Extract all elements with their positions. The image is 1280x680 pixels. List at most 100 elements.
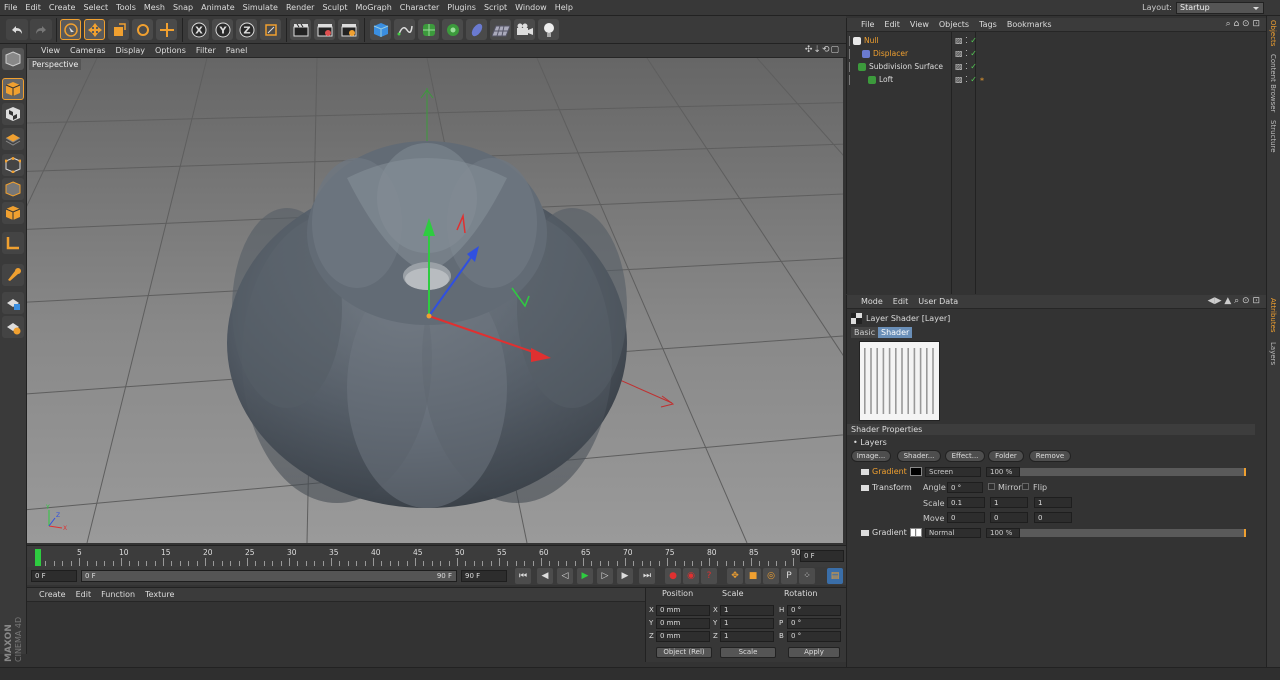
scale-icon[interactable] bbox=[108, 19, 129, 40]
right-tab-structure[interactable]: Structure bbox=[1269, 120, 1277, 153]
object-visibility-icons[interactable]: ▨ ⁚ ✓ bbox=[955, 36, 977, 45]
autokey-icon[interactable]: ◉ bbox=[683, 568, 699, 584]
menu-snap[interactable]: Snap bbox=[169, 0, 197, 16]
play-icon[interactable]: ▶ bbox=[577, 568, 593, 584]
right-tab-content-browser[interactable]: Content Browser bbox=[1269, 54, 1277, 112]
menu-select[interactable]: Select bbox=[79, 0, 112, 16]
rotation-field[interactable]: 0 ° bbox=[787, 631, 841, 642]
menu-sculpt[interactable]: Sculpt bbox=[318, 0, 351, 16]
attribute-menu-edit[interactable]: Edit bbox=[888, 295, 914, 309]
key-parameter-icon[interactable]: P bbox=[781, 568, 797, 584]
deformer-icon[interactable] bbox=[466, 19, 487, 40]
z-axis-lock-icon[interactable]: Z bbox=[236, 19, 257, 40]
image-button[interactable]: Image... bbox=[851, 450, 891, 462]
points-mode-icon[interactable] bbox=[2, 154, 24, 176]
apply-button[interactable]: Apply bbox=[788, 647, 840, 658]
object-visibility-icons[interactable]: ▨ ⁚ ✓ bbox=[955, 75, 977, 84]
object-row[interactable]: Subdivision Surface bbox=[849, 60, 949, 73]
viewport-menu-filter[interactable]: Filter bbox=[191, 44, 221, 58]
tab-basic[interactable]: Basic bbox=[851, 327, 879, 338]
pen-spline-icon[interactable] bbox=[394, 19, 415, 40]
timeline-ruler[interactable]: 051015202530354045505560657075808590 0 F bbox=[27, 545, 846, 567]
tab-shader[interactable]: Shader bbox=[878, 327, 913, 338]
scale-field[interactable]: 1 bbox=[720, 618, 774, 629]
effect-button[interactable]: Effect... bbox=[945, 450, 985, 462]
object-menu-edit[interactable]: Edit bbox=[879, 18, 905, 32]
right-tab-attributes[interactable]: Attributes bbox=[1269, 298, 1277, 333]
next-key-icon[interactable]: ▶ bbox=[617, 568, 633, 584]
object-row[interactable]: Null bbox=[849, 34, 949, 47]
menu-tools[interactable]: Tools bbox=[112, 0, 140, 16]
layout-dropdown[interactable]: Startup bbox=[1176, 1, 1264, 14]
transform-row[interactable]: Transform bbox=[861, 481, 912, 494]
move-icon[interactable] bbox=[84, 19, 105, 40]
timeline-icon[interactable]: ▤ bbox=[827, 568, 843, 584]
viewport-menu-view[interactable]: View bbox=[27, 44, 65, 58]
polygons-mode-icon[interactable] bbox=[2, 202, 24, 224]
keyframe-selection-icon[interactable]: ? bbox=[701, 568, 717, 584]
layer1-blend-dropdown[interactable]: Screen bbox=[925, 466, 981, 477]
cloner-icon[interactable] bbox=[442, 19, 463, 40]
end-frame-field[interactable]: 90 F bbox=[461, 570, 507, 582]
subdivision-surface-icon[interactable] bbox=[418, 19, 439, 40]
menu-mograph[interactable]: MoGraph bbox=[351, 0, 395, 16]
phong-tag-icon[interactable]: ⁎ bbox=[980, 74, 984, 83]
menu-animate[interactable]: Animate bbox=[197, 0, 239, 16]
goto-start-icon[interactable]: ⏮ bbox=[515, 568, 531, 584]
flip-checkbox[interactable] bbox=[1022, 483, 1029, 490]
light-icon[interactable] bbox=[538, 19, 559, 40]
viewport-menu-display[interactable]: Display bbox=[111, 44, 151, 58]
menu-character[interactable]: Character bbox=[396, 0, 444, 16]
material-menu-texture[interactable]: Texture bbox=[140, 588, 179, 602]
key-rotation-icon[interactable]: ◎ bbox=[763, 568, 779, 584]
layer-row-gradient-normal[interactable]: Gradient Normal 100 % bbox=[861, 526, 1246, 539]
render-picture-viewer-icon[interactable] bbox=[314, 19, 335, 40]
frame-range-slider[interactable]: 0 F 90 F bbox=[81, 570, 457, 582]
attribute-nav-icons[interactable]: ◀▶ ▲ ⌕ ⊙ ⊡ bbox=[1208, 296, 1260, 306]
menu-script[interactable]: Script bbox=[480, 0, 511, 16]
layer1-opacity-field[interactable]: 100 % bbox=[986, 466, 1020, 477]
goto-end-icon[interactable]: ⏭ bbox=[639, 568, 655, 584]
coordinate-mode-dropdown[interactable]: Object (Rel) bbox=[656, 647, 712, 658]
menu-simulate[interactable]: Simulate bbox=[239, 0, 282, 16]
viewport-nav-icons[interactable]: ✣⇣⟲▢ bbox=[805, 45, 840, 55]
next-frame-icon[interactable]: ▷ bbox=[597, 568, 613, 584]
object-row[interactable]: Displacer bbox=[849, 47, 949, 60]
angle-field[interactable]: 0 ° bbox=[947, 482, 983, 493]
x-axis-lock-icon[interactable]: X bbox=[188, 19, 209, 40]
viewport-menu-options[interactable]: Options bbox=[150, 44, 191, 58]
prev-key-icon[interactable]: ◀ bbox=[537, 568, 553, 584]
transform-visibility-icon[interactable] bbox=[861, 484, 869, 491]
rotate-icon[interactable] bbox=[132, 19, 153, 40]
position-field[interactable]: 0 mm bbox=[656, 605, 710, 616]
menu-mesh[interactable]: Mesh bbox=[140, 0, 169, 16]
folder-button[interactable]: Folder bbox=[988, 450, 1024, 462]
scale-field[interactable]: 1 bbox=[720, 631, 774, 642]
viewport-menu-cameras[interactable]: Cameras bbox=[65, 44, 111, 58]
object-menu-bookmarks[interactable]: Bookmarks bbox=[1002, 18, 1057, 32]
undo-icon[interactable] bbox=[6, 19, 28, 40]
viewport-menu-panel[interactable]: Panel bbox=[221, 44, 253, 58]
enable-snap-icon[interactable] bbox=[2, 316, 24, 338]
scale-y-field[interactable]: 1 bbox=[990, 497, 1028, 508]
current-frame-field[interactable]: 0 F bbox=[800, 550, 844, 562]
object-visibility-icons[interactable]: ▨ ⁚ ✓ bbox=[955, 62, 977, 71]
right-tab-layers[interactable]: Layers bbox=[1269, 342, 1277, 365]
layer1-opacity-slider[interactable] bbox=[1020, 467, 1246, 476]
coordinate-system-icon[interactable] bbox=[260, 19, 281, 40]
move-x-field[interactable]: 0 bbox=[947, 512, 985, 523]
menu-edit[interactable]: Edit bbox=[21, 0, 45, 16]
edges-mode-icon[interactable] bbox=[2, 178, 24, 200]
playhead[interactable] bbox=[35, 549, 41, 566]
object-manager-search-icon[interactable]: ⌕ ⌂ ⊙ ⊡ bbox=[1226, 19, 1260, 29]
menu-render[interactable]: Render bbox=[282, 0, 318, 16]
material-menu-create[interactable]: Create bbox=[27, 588, 71, 602]
scale-z-field[interactable]: 1 bbox=[1034, 497, 1072, 508]
layer2-blend-dropdown[interactable]: Normal bbox=[925, 527, 981, 538]
menu-window[interactable]: Window bbox=[511, 0, 551, 16]
scale-x-field[interactable]: 0.1 bbox=[947, 497, 985, 508]
rotation-field[interactable]: 0 ° bbox=[787, 605, 841, 616]
render-settings-icon[interactable] bbox=[338, 19, 359, 40]
move-y-field[interactable]: 0 bbox=[990, 512, 1028, 523]
snap-icon[interactable] bbox=[2, 292, 24, 314]
